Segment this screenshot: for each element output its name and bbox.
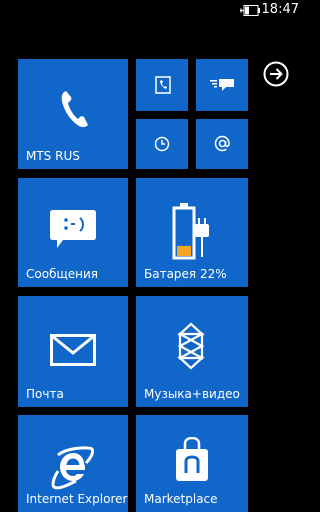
tile-label: Сообщения [26, 267, 99, 281]
tile-label: Батарея 22% [144, 267, 227, 281]
tile-label: MTS RUS [26, 149, 80, 163]
tile-battery[interactable]: Батарея 22% [136, 178, 248, 287]
tile-music-video[interactable]: Музыка+видео [136, 296, 248, 407]
tile-phone[interactable]: MTS RUS [18, 59, 128, 169]
tile-label: Музыка+видео [144, 387, 240, 401]
tile-label: Почта [26, 387, 64, 401]
tile-messages[interactable]: Сообщения [18, 178, 128, 287]
battery-charging-icon [240, 5, 260, 16]
tile-mail[interactable]: Почта [18, 296, 128, 407]
messaging-icon [210, 79, 234, 91]
tile-label: Internet Explorer [26, 492, 128, 506]
tile-people[interactable] [136, 59, 188, 111]
shopping-bag-icon [176, 437, 208, 481]
tile-alarm[interactable] [136, 119, 188, 169]
internet-explorer-icon [51, 446, 94, 490]
tile-messaging[interactable] [196, 59, 248, 111]
status-clock: 18:47 [261, 2, 299, 17]
zune-icon [177, 322, 205, 370]
clock-icon [154, 136, 170, 152]
phone-icon [61, 91, 88, 128]
tile-internet-explorer[interactable]: Internet Explorer [18, 415, 128, 512]
at-sign-icon [214, 135, 230, 152]
battery-plug-icon [172, 203, 209, 260]
battery-level-fill [177, 245, 191, 256]
tile-label: Marketplace [144, 492, 218, 506]
envelope-icon [50, 334, 96, 366]
tile-marketplace[interactable]: Marketplace [136, 415, 248, 512]
arrow-right-circle-icon[interactable] [263, 61, 289, 87]
tile-email[interactable] [196, 119, 248, 169]
contact-card-icon [155, 76, 171, 94]
smiley-speech-bubble-icon [50, 210, 96, 248]
status-bar: 18:47 [0, 0, 307, 22]
